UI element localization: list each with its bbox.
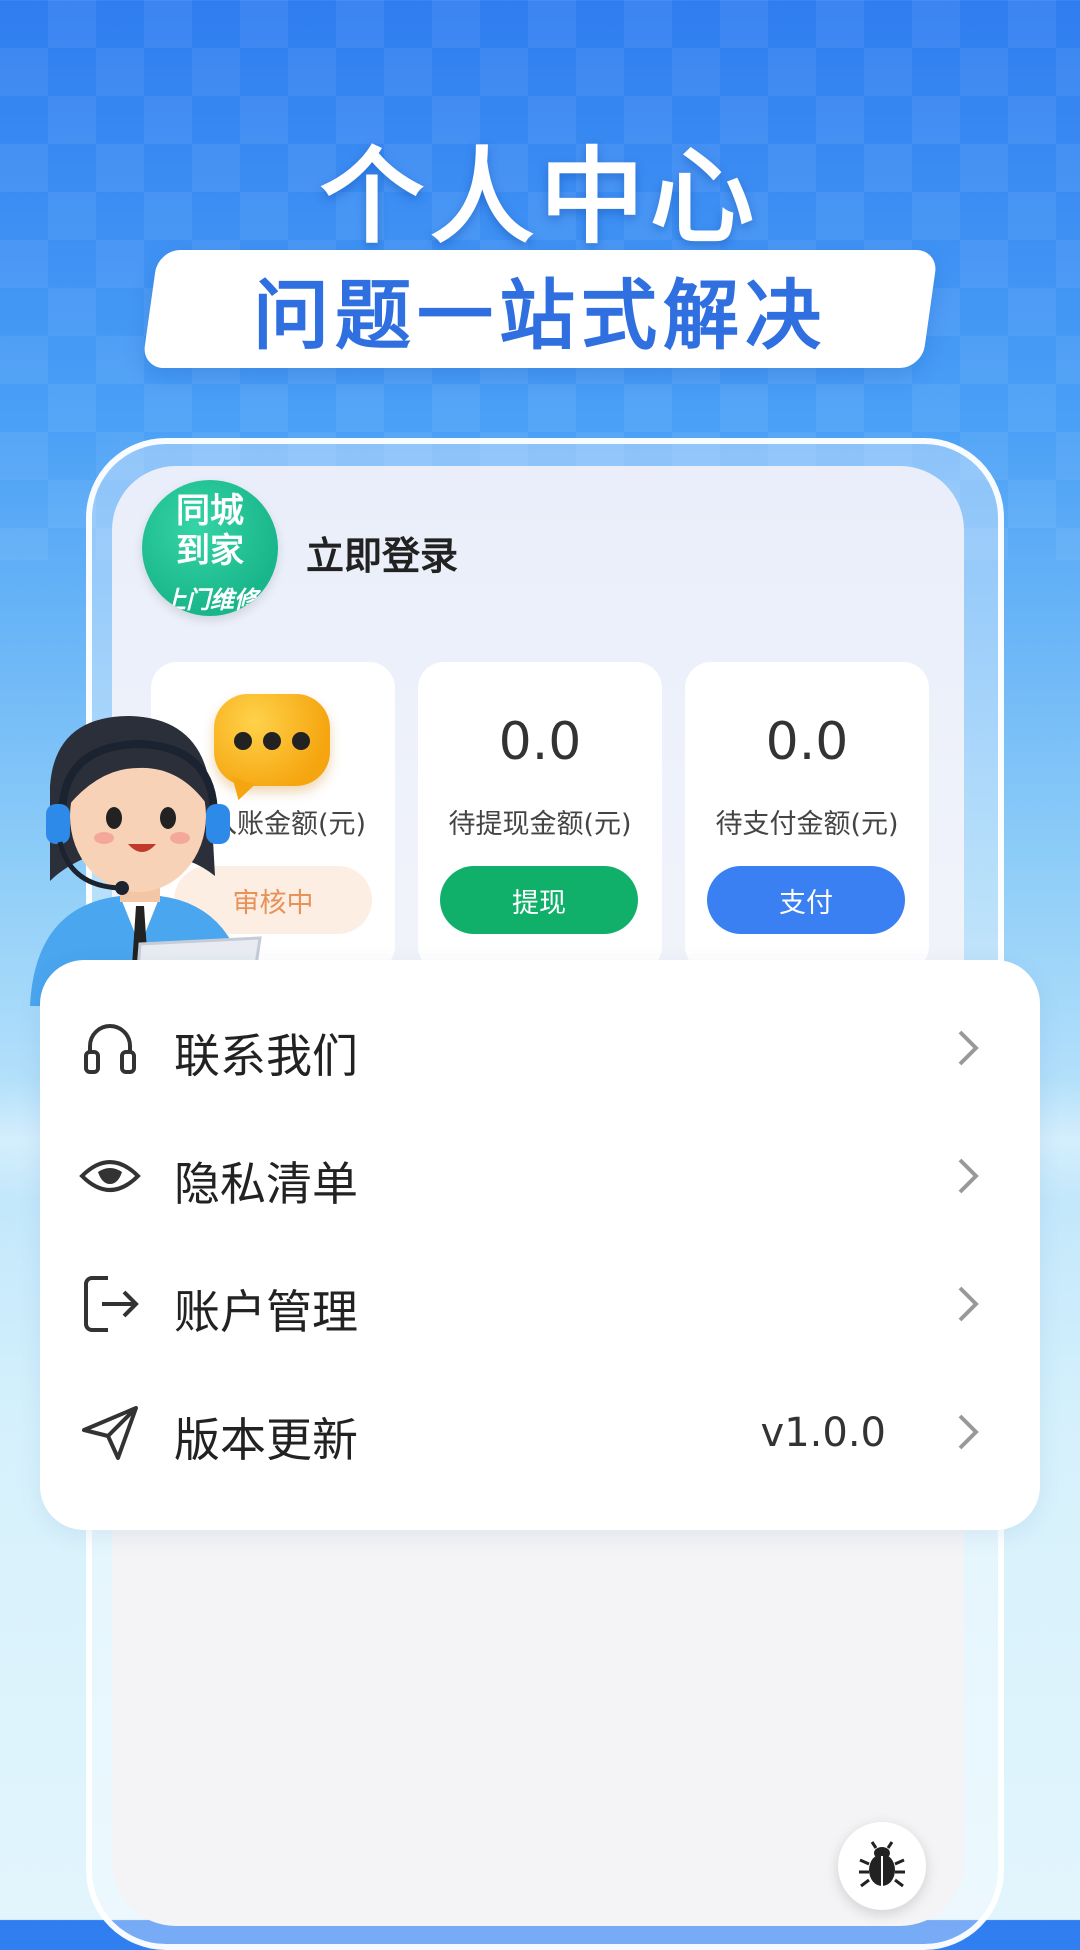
logout-icon	[84, 1276, 139, 1332]
hero-title: 个人中心	[319, 136, 760, 258]
app-logo: 同城 到家 上门维修	[142, 480, 278, 616]
send-icon	[82, 1406, 138, 1460]
account-management-label: 账户管理	[174, 1285, 358, 1339]
login-link[interactable]: 立即登录	[306, 525, 458, 580]
hero-subtitle: 问题一站式解决	[253, 271, 827, 360]
pay-button[interactable]: 支付	[707, 866, 905, 934]
menu-item-privacy-list[interactable]: 隐私清单	[40, 1112, 1040, 1240]
eye-icon	[79, 1160, 141, 1192]
contact-us-label: 联系我们	[174, 1029, 358, 1083]
withdraw-amount: 0.0	[498, 712, 582, 772]
chevron-right-icon	[958, 1030, 979, 1066]
chevron-right-icon	[958, 1286, 979, 1322]
chevron-right-icon	[958, 1414, 979, 1450]
chevron-right-icon	[958, 1158, 979, 1194]
version-number: v1.0.0	[760, 1410, 886, 1456]
pay-amount: 0.0	[765, 712, 849, 772]
privacy-list-label: 隐私清单	[174, 1157, 358, 1211]
debug-button[interactable]	[838, 1822, 926, 1910]
menu-item-contact-us[interactable]: 联系我们	[40, 984, 1040, 1112]
logo-line-3: 上门维修	[162, 586, 258, 614]
logo-line-1: 同城	[176, 491, 244, 531]
withdraw-label: 待提现金额(元)	[448, 809, 632, 840]
bug-icon	[859, 1841, 905, 1888]
withdraw-button[interactable]: 提现	[440, 866, 638, 934]
pay-label: 待支付金额(元)	[715, 809, 899, 840]
menu-item-version-update[interactable]: 版本更新 v1.0.0	[40, 1368, 1040, 1496]
settings-menu: 联系我们 隐私清单 账户管理 版本更新 v1.0.0	[40, 960, 1040, 1530]
menu-item-account-management[interactable]: 账户管理	[40, 1240, 1040, 1368]
logo-line-2: 到家	[176, 531, 244, 571]
version-update-label: 版本更新	[174, 1413, 358, 1467]
headset-icon	[84, 1024, 136, 1074]
